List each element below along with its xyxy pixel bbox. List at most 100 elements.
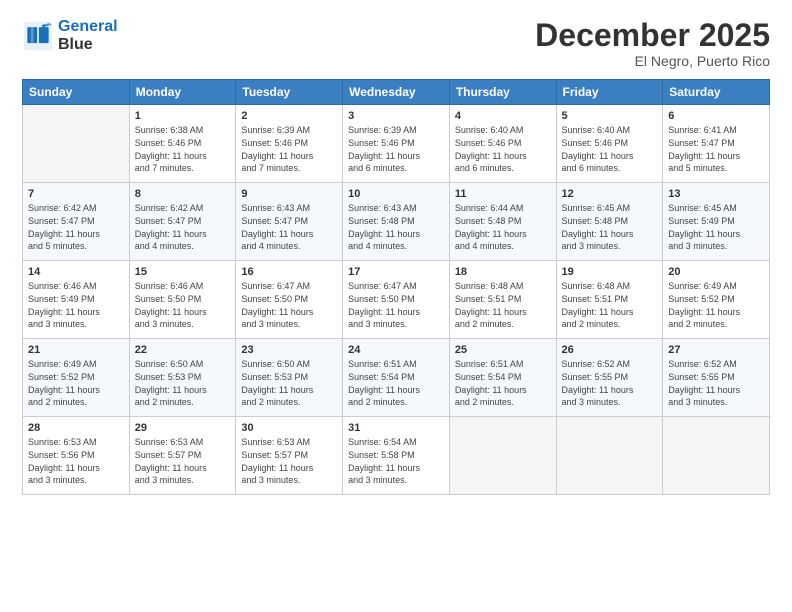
page: General Blue December 2025 El Negro, Pue… (0, 0, 792, 612)
day-info: Sunrise: 6:53 AMSunset: 5:57 PMDaylight:… (135, 437, 207, 485)
day-number: 2 (241, 109, 337, 124)
day-info: Sunrise: 6:43 AMSunset: 5:48 PMDaylight:… (348, 203, 420, 251)
day-number: 15 (135, 265, 231, 280)
day-number: 7 (28, 187, 124, 202)
calendar-cell: 17Sunrise: 6:47 AMSunset: 5:50 PMDayligh… (343, 261, 450, 339)
day-info: Sunrise: 6:39 AMSunset: 5:46 PMDaylight:… (348, 125, 420, 173)
day-info: Sunrise: 6:44 AMSunset: 5:48 PMDaylight:… (455, 203, 527, 251)
day-number: 1 (135, 109, 231, 124)
logo-icon (22, 20, 54, 52)
header: General Blue December 2025 El Negro, Pue… (22, 18, 770, 69)
day-number: 20 (668, 265, 764, 280)
day-info: Sunrise: 6:47 AMSunset: 5:50 PMDaylight:… (348, 281, 420, 329)
calendar-cell: 5Sunrise: 6:40 AMSunset: 5:46 PMDaylight… (556, 105, 663, 183)
calendar-cell: 16Sunrise: 6:47 AMSunset: 5:50 PMDayligh… (236, 261, 343, 339)
calendar-cell: 30Sunrise: 6:53 AMSunset: 5:57 PMDayligh… (236, 417, 343, 495)
calendar-cell: 27Sunrise: 6:52 AMSunset: 5:55 PMDayligh… (663, 339, 770, 417)
calendar-cell: 22Sunrise: 6:50 AMSunset: 5:53 PMDayligh… (129, 339, 236, 417)
day-number: 28 (28, 421, 124, 436)
day-info: Sunrise: 6:43 AMSunset: 5:47 PMDaylight:… (241, 203, 313, 251)
day-number: 5 (562, 109, 658, 124)
day-info: Sunrise: 6:40 AMSunset: 5:46 PMDaylight:… (562, 125, 634, 173)
day-info: Sunrise: 6:45 AMSunset: 5:48 PMDaylight:… (562, 203, 634, 251)
day-number: 4 (455, 109, 551, 124)
calendar-cell: 26Sunrise: 6:52 AMSunset: 5:55 PMDayligh… (556, 339, 663, 417)
day-info: Sunrise: 6:52 AMSunset: 5:55 PMDaylight:… (668, 359, 740, 407)
day-number: 17 (348, 265, 444, 280)
day-info: Sunrise: 6:47 AMSunset: 5:50 PMDaylight:… (241, 281, 313, 329)
calendar-cell: 6Sunrise: 6:41 AMSunset: 5:47 PMDaylight… (663, 105, 770, 183)
calendar-cell: 28Sunrise: 6:53 AMSunset: 5:56 PMDayligh… (23, 417, 130, 495)
day-number: 11 (455, 187, 551, 202)
day-info: Sunrise: 6:46 AMSunset: 5:49 PMDaylight:… (28, 281, 100, 329)
calendar-cell: 21Sunrise: 6:49 AMSunset: 5:52 PMDayligh… (23, 339, 130, 417)
day-info: Sunrise: 6:53 AMSunset: 5:56 PMDaylight:… (28, 437, 100, 485)
week-row-2: 7Sunrise: 6:42 AMSunset: 5:47 PMDaylight… (23, 183, 770, 261)
week-row-3: 14Sunrise: 6:46 AMSunset: 5:49 PMDayligh… (23, 261, 770, 339)
day-info: Sunrise: 6:52 AMSunset: 5:55 PMDaylight:… (562, 359, 634, 407)
day-number: 21 (28, 343, 124, 358)
day-info: Sunrise: 6:45 AMSunset: 5:49 PMDaylight:… (668, 203, 740, 251)
col-header-thursday: Thursday (449, 80, 556, 105)
month-title: December 2025 (535, 18, 770, 53)
calendar-cell: 11Sunrise: 6:44 AMSunset: 5:48 PMDayligh… (449, 183, 556, 261)
day-number: 27 (668, 343, 764, 358)
calendar-cell (23, 105, 130, 183)
day-number: 29 (135, 421, 231, 436)
day-number: 8 (135, 187, 231, 202)
day-number: 31 (348, 421, 444, 436)
week-row-1: 1Sunrise: 6:38 AMSunset: 5:46 PMDaylight… (23, 105, 770, 183)
day-info: Sunrise: 6:42 AMSunset: 5:47 PMDaylight:… (135, 203, 207, 251)
day-info: Sunrise: 6:51 AMSunset: 5:54 PMDaylight:… (455, 359, 527, 407)
col-header-saturday: Saturday (663, 80, 770, 105)
week-row-5: 28Sunrise: 6:53 AMSunset: 5:56 PMDayligh… (23, 417, 770, 495)
day-number: 10 (348, 187, 444, 202)
title-block: December 2025 El Negro, Puerto Rico (535, 18, 770, 69)
week-row-4: 21Sunrise: 6:49 AMSunset: 5:52 PMDayligh… (23, 339, 770, 417)
calendar-table: SundayMondayTuesdayWednesdayThursdayFrid… (22, 79, 770, 495)
day-info: Sunrise: 6:38 AMSunset: 5:46 PMDaylight:… (135, 125, 207, 173)
col-header-sunday: Sunday (23, 80, 130, 105)
calendar-cell: 2Sunrise: 6:39 AMSunset: 5:46 PMDaylight… (236, 105, 343, 183)
day-number: 25 (455, 343, 551, 358)
day-info: Sunrise: 6:54 AMSunset: 5:58 PMDaylight:… (348, 437, 420, 485)
day-number: 24 (348, 343, 444, 358)
day-info: Sunrise: 6:49 AMSunset: 5:52 PMDaylight:… (668, 281, 740, 329)
col-header-friday: Friday (556, 80, 663, 105)
logo-text: General Blue (58, 18, 118, 53)
day-info: Sunrise: 6:40 AMSunset: 5:46 PMDaylight:… (455, 125, 527, 173)
calendar-cell: 18Sunrise: 6:48 AMSunset: 5:51 PMDayligh… (449, 261, 556, 339)
day-number: 18 (455, 265, 551, 280)
calendar-cell: 10Sunrise: 6:43 AMSunset: 5:48 PMDayligh… (343, 183, 450, 261)
calendar-cell: 3Sunrise: 6:39 AMSunset: 5:46 PMDaylight… (343, 105, 450, 183)
calendar-cell (556, 417, 663, 495)
day-number: 16 (241, 265, 337, 280)
calendar-cell: 23Sunrise: 6:50 AMSunset: 5:53 PMDayligh… (236, 339, 343, 417)
day-number: 22 (135, 343, 231, 358)
day-number: 14 (28, 265, 124, 280)
col-header-monday: Monday (129, 80, 236, 105)
day-info: Sunrise: 6:39 AMSunset: 5:46 PMDaylight:… (241, 125, 313, 173)
day-number: 9 (241, 187, 337, 202)
calendar-cell: 1Sunrise: 6:38 AMSunset: 5:46 PMDaylight… (129, 105, 236, 183)
day-number: 3 (348, 109, 444, 124)
day-info: Sunrise: 6:48 AMSunset: 5:51 PMDaylight:… (455, 281, 527, 329)
location-subtitle: El Negro, Puerto Rico (535, 53, 770, 69)
calendar-cell: 8Sunrise: 6:42 AMSunset: 5:47 PMDaylight… (129, 183, 236, 261)
calendar-cell: 13Sunrise: 6:45 AMSunset: 5:49 PMDayligh… (663, 183, 770, 261)
day-info: Sunrise: 6:42 AMSunset: 5:47 PMDaylight:… (28, 203, 100, 251)
day-number: 30 (241, 421, 337, 436)
day-info: Sunrise: 6:53 AMSunset: 5:57 PMDaylight:… (241, 437, 313, 485)
logo: General Blue (22, 18, 118, 53)
col-header-wednesday: Wednesday (343, 80, 450, 105)
day-info: Sunrise: 6:50 AMSunset: 5:53 PMDaylight:… (135, 359, 207, 407)
day-info: Sunrise: 6:41 AMSunset: 5:47 PMDaylight:… (668, 125, 740, 173)
calendar-cell: 19Sunrise: 6:48 AMSunset: 5:51 PMDayligh… (556, 261, 663, 339)
col-header-tuesday: Tuesday (236, 80, 343, 105)
calendar-cell (663, 417, 770, 495)
calendar-cell: 24Sunrise: 6:51 AMSunset: 5:54 PMDayligh… (343, 339, 450, 417)
calendar-cell: 14Sunrise: 6:46 AMSunset: 5:49 PMDayligh… (23, 261, 130, 339)
day-info: Sunrise: 6:49 AMSunset: 5:52 PMDaylight:… (28, 359, 100, 407)
day-number: 6 (668, 109, 764, 124)
calendar-cell: 4Sunrise: 6:40 AMSunset: 5:46 PMDaylight… (449, 105, 556, 183)
